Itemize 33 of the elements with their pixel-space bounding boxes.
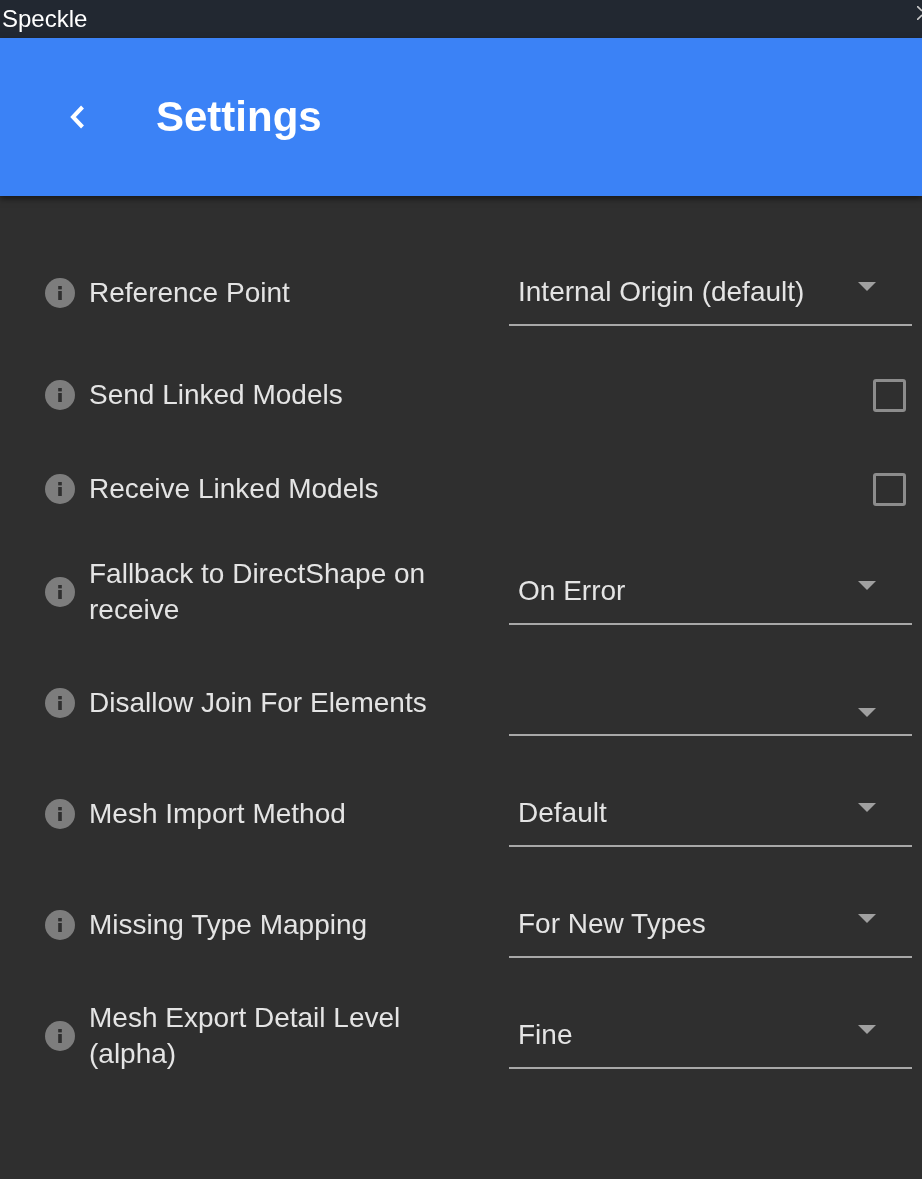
setting-label: Fallback to DirectShape on receive <box>89 556 427 627</box>
info-icon[interactable] <box>45 909 75 940</box>
setting-label: Missing Type Mapping <box>89 907 368 942</box>
caret-icon <box>858 803 876 812</box>
setting-label: Disallow Join For Elements <box>89 685 427 720</box>
close-icon[interactable] <box>917 6 922 20</box>
setting-label: Reference Point <box>89 275 290 310</box>
page-title: Settings <box>156 92 322 142</box>
dropdown-field[interactable]: Internal Origin (default) <box>509 259 912 326</box>
info-icon[interactable] <box>45 687 75 718</box>
info-icon[interactable] <box>45 576 75 607</box>
info-icon[interactable] <box>45 474 75 504</box>
info-icon[interactable] <box>45 798 75 829</box>
back-icon <box>69 105 85 129</box>
window-title: Speckle <box>1 4 88 34</box>
setting-label: Receive Linked Models <box>89 472 379 506</box>
dropdown-field[interactable]: Fine <box>509 1002 912 1069</box>
info-icon[interactable] <box>45 1020 75 1051</box>
info-icon[interactable] <box>45 277 75 308</box>
caret-icon <box>858 581 876 590</box>
setting-label: Send Linked Models <box>89 378 343 412</box>
checkbox[interactable] <box>873 378 906 412</box>
info-icon[interactable] <box>45 380 75 410</box>
caret-icon <box>858 708 876 717</box>
caret-icon <box>858 914 876 923</box>
caret-icon <box>858 1025 876 1034</box>
setting-label: Mesh Export Detail Level (alpha) <box>89 1000 402 1071</box>
checkbox[interactable] <box>873 472 906 506</box>
caret-icon <box>858 282 876 291</box>
dropdown-field[interactable]: For New Types <box>509 891 912 958</box>
setting-label: Mesh Import Method <box>89 796 346 831</box>
dropdown-field[interactable]: Default <box>509 780 912 847</box>
dropdown-field[interactable]: On Error <box>509 558 912 625</box>
